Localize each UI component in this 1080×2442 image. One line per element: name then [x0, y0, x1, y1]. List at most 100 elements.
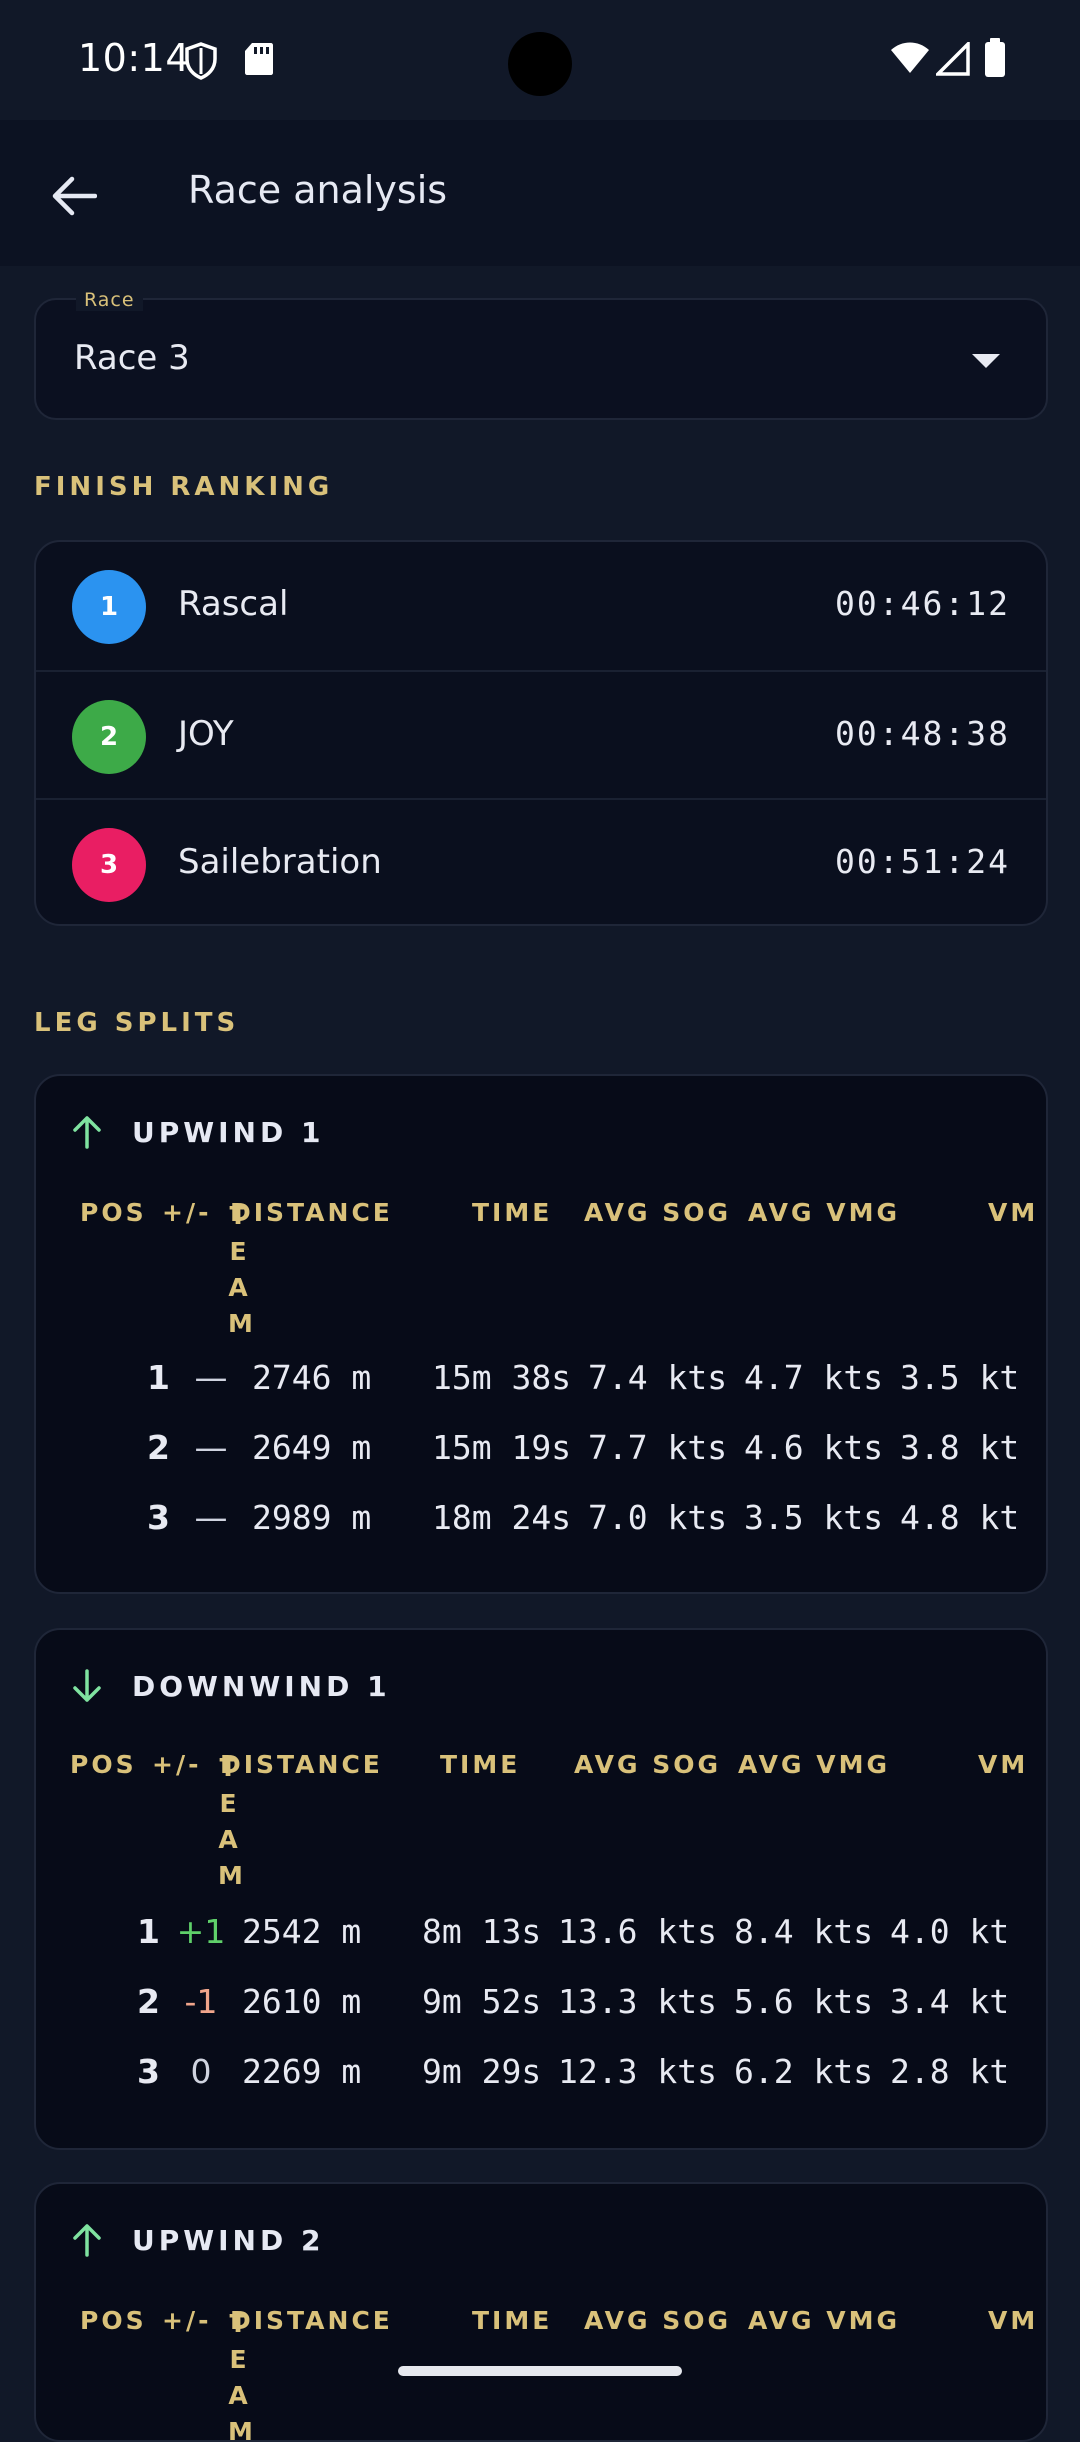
- column-header-delta: +/-: [162, 2306, 212, 2335]
- boat-name: Rascal: [178, 584, 289, 624]
- rank-badge: 1: [72, 570, 146, 644]
- split-avg-vmg: 3.5 kts: [744, 1498, 884, 1537]
- split-delta: 0: [190, 2052, 212, 2091]
- boat-name: Sailebration: [178, 842, 382, 882]
- status-time: 10:14: [78, 36, 191, 80]
- column-header-delta: +/-: [162, 1198, 212, 1227]
- split-delta: —: [194, 1358, 228, 1397]
- leg-card-downwind-1: DOWNWIND 1 POS +/- TEAM DISTANCE TIME AV…: [34, 1628, 1048, 2150]
- arrow-back-icon: [52, 176, 97, 216]
- split-avg-sog: 12.3 kts: [558, 2052, 717, 2091]
- split-delta: +1: [176, 1912, 226, 1951]
- split-vmg: 3.8 kt: [900, 1428, 1020, 1467]
- split-pos: 3: [147, 1498, 170, 1537]
- arrow-up-icon: [73, 2224, 101, 2257]
- race-select[interactable]: Race Race 3: [34, 289, 1048, 420]
- split-vmg: 4.0 kt: [890, 1912, 1010, 1951]
- leg-header: UPWIND 2: [72, 2220, 324, 2260]
- column-header-avg-sog: AVG SOG: [584, 1198, 732, 1227]
- split-pos: 1: [147, 1358, 170, 1397]
- leg-header: DOWNWIND 1: [72, 1666, 391, 1706]
- boat-name: JOY: [178, 714, 234, 754]
- column-header-distance: DISTANCE: [230, 1198, 393, 1227]
- split-time: 9m 52s: [422, 1982, 542, 2021]
- column-header-vmg: VM: [978, 1750, 1029, 1779]
- split-avg-vmg: 5.6 kts: [734, 1982, 874, 2021]
- split-time: 15m 38s: [432, 1358, 572, 1397]
- split-delta: -1: [184, 1982, 218, 2021]
- finish-ranking-heading: FINISH RANKING: [34, 472, 334, 502]
- column-header-time: TIME: [440, 1750, 521, 1779]
- dropdown-caret-icon: [972, 354, 1000, 368]
- column-header-avg-sog: AVG SOG: [584, 2306, 732, 2335]
- leg-title: UPWIND 2: [132, 2223, 325, 2257]
- split-distance: 2542 m: [242, 1912, 362, 1951]
- ranking-row: 3 Sailebration 00:51:24: [36, 798, 1046, 924]
- split-time: 9m 29s: [422, 2052, 542, 2091]
- arrow-up-icon: [73, 1116, 101, 1149]
- status-bar: 10:14: [0, 0, 1080, 120]
- column-header-distance: DISTANCE: [220, 1750, 383, 1779]
- leg-splits-heading: LEG SPLITS: [34, 1008, 240, 1038]
- split-delta: —: [194, 1498, 228, 1537]
- split-avg-sog: 7.7 kts: [588, 1428, 728, 1467]
- split-distance: 2610 m: [242, 1982, 362, 2021]
- cell-signal-icon: [936, 42, 970, 76]
- finish-time: 00:46:12: [835, 584, 1010, 623]
- split-pos: 1: [137, 1912, 160, 1951]
- finish-time: 00:51:24: [835, 842, 1010, 881]
- split-distance: 2649 m: [252, 1428, 372, 1467]
- back-button[interactable]: [34, 156, 114, 236]
- split-time: 15m 19s: [432, 1428, 572, 1467]
- sd-card-icon: [245, 43, 273, 75]
- ranking-row: 2 JOY 00:48:38: [36, 670, 1046, 798]
- column-header-time: TIME: [472, 2306, 553, 2335]
- split-pos: 2: [137, 1982, 160, 2021]
- battery-icon: [985, 38, 1005, 77]
- split-avg-sog: 7.4 kts: [588, 1358, 728, 1397]
- arrow-down-icon: [73, 1669, 101, 1702]
- split-pos: 3: [137, 2052, 160, 2091]
- split-avg-sog: 7.0 kts: [588, 1498, 728, 1537]
- column-header-avg-vmg: AVG VMG: [738, 1750, 890, 1779]
- leg-split-table: POS +/- TEAM DISTANCE TIME AVG SOG AVG V…: [80, 1198, 1040, 1592]
- split-distance: 2269 m: [242, 2052, 362, 2091]
- column-header-pos: POS: [80, 2306, 147, 2335]
- column-header-avg-vmg: AVG VMG: [748, 1198, 900, 1227]
- wifi-icon: [891, 42, 929, 73]
- split-distance: 2989 m: [252, 1498, 372, 1537]
- split-avg-sog: 13.3 kts: [558, 1982, 717, 2021]
- column-header-delta: +/-: [152, 1750, 202, 1779]
- finish-ranking-card: 1 Rascal 00:46:12 2 JOY 00:48:38 3 Saile…: [34, 540, 1048, 926]
- race-select-value: Race 3: [74, 338, 190, 378]
- column-header-avg-sog: AVG SOG: [574, 1750, 722, 1779]
- rank-badge: 3: [72, 828, 146, 902]
- page-title: Race analysis: [188, 168, 448, 212]
- leg-header: UPWIND 1: [72, 1112, 324, 1152]
- app-bar: Race analysis: [0, 120, 1080, 266]
- leg-title: DOWNWIND 1: [132, 1669, 391, 1703]
- vpn-shield-icon: [185, 42, 217, 80]
- split-delta: —: [194, 1428, 228, 1467]
- split-time: 18m 24s: [432, 1498, 572, 1537]
- rank-badge: 2: [72, 700, 146, 774]
- split-pos: 2: [147, 1428, 170, 1467]
- race-select-label: Race: [76, 289, 143, 311]
- split-avg-vmg: 4.7 kts: [744, 1358, 884, 1397]
- column-header-vmg: VM: [988, 2306, 1039, 2335]
- home-indicator[interactable]: [398, 2366, 682, 2376]
- column-header-pos: POS: [70, 1750, 137, 1779]
- ranking-row: 1 Rascal 00:46:12: [36, 542, 1046, 670]
- front-camera: [508, 32, 572, 96]
- split-vmg: 3.4 kt: [890, 1982, 1010, 2021]
- column-header-vmg: VM: [988, 1198, 1039, 1227]
- column-header-distance: DISTANCE: [230, 2306, 393, 2335]
- split-distance: 2746 m: [252, 1358, 372, 1397]
- leg-card-upwind-2: UPWIND 2 POS +/- TEAM DISTANCE TIME AVG …: [34, 2182, 1048, 2442]
- split-avg-vmg: 6.2 kts: [734, 2052, 874, 2091]
- finish-time: 00:48:38: [835, 714, 1010, 753]
- leg-card-upwind-1: UPWIND 1 POS +/- TEAM DISTANCE TIME AVG …: [34, 1074, 1048, 1594]
- split-time: 8m 13s: [422, 1912, 542, 1951]
- column-header-avg-vmg: AVG VMG: [748, 2306, 900, 2335]
- split-avg-sog: 13.6 kts: [558, 1912, 717, 1951]
